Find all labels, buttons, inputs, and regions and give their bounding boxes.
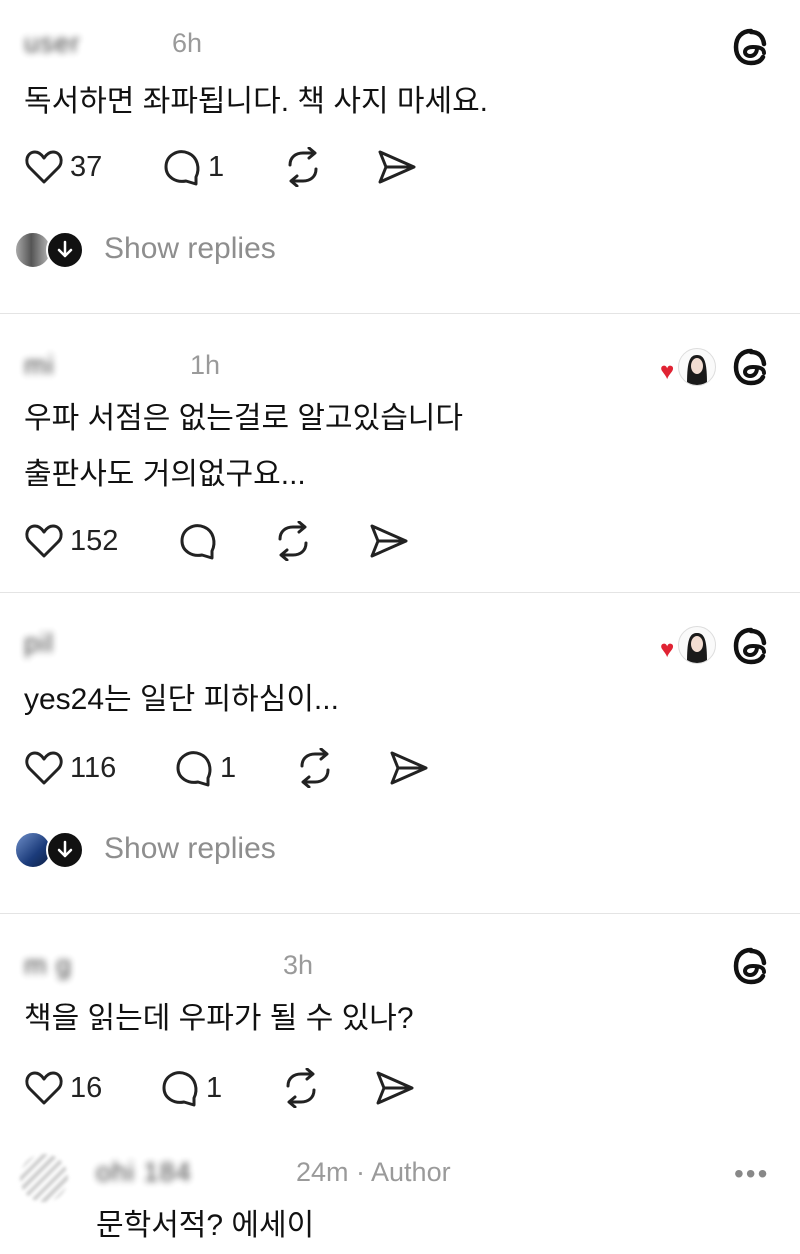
reply-avatars: [14, 831, 84, 869]
show-replies-button[interactable]: Show replies: [14, 231, 276, 269]
comment-icon: [176, 751, 212, 787]
heart-icon: [25, 150, 63, 184]
share-icon: [376, 1071, 414, 1105]
heart-icon: ♥: [660, 636, 675, 663]
repost-icon: [300, 748, 330, 788]
reply-button[interactable]: [178, 521, 218, 561]
liked-by-author-indicator: ♥: [660, 626, 720, 666]
avatar: [678, 626, 716, 664]
like-button[interactable]: 37: [24, 147, 102, 187]
repost-icon: [288, 147, 318, 187]
repost-button[interactable]: [282, 147, 324, 187]
repost-button[interactable]: [272, 521, 314, 561]
divider: [0, 592, 800, 593]
heart-icon: [25, 751, 63, 785]
heart-icon: [25, 524, 63, 558]
username[interactable]: ohi 184: [96, 1157, 192, 1188]
share-icon: [390, 751, 428, 785]
share-button[interactable]: [368, 521, 410, 561]
comment-icon: [162, 1071, 198, 1107]
repost-icon: [286, 1068, 316, 1108]
repost-button[interactable]: [280, 1068, 322, 1108]
repost-button[interactable]: [294, 748, 336, 788]
arrow-down-icon: [46, 231, 84, 269]
post-time: 24m · Author: [296, 1157, 451, 1187]
reply-button[interactable]: 1: [174, 748, 236, 788]
post-text: 우파 서점은 없는걸로 알고있습니다 출판사도 거의없구요...: [24, 402, 464, 491]
liked-by-author-indicator: ♥: [660, 348, 720, 388]
like-count: 116: [70, 751, 117, 784]
like-count: 16: [70, 1071, 103, 1104]
reply-button[interactable]: 1: [162, 147, 224, 187]
share-button[interactable]: [376, 147, 418, 187]
post-text: 독서하면 좌파됩니다. 책 사지 마세요.: [24, 85, 489, 118]
heart-icon: [25, 1071, 63, 1105]
post-time: 3h: [283, 950, 314, 980]
avatar[interactable]: [20, 1154, 68, 1202]
arrow-down-icon: [46, 831, 84, 869]
share-button[interactable]: [374, 1068, 416, 1108]
show-replies-label: Show replies: [104, 832, 276, 865]
share-icon: [370, 524, 408, 558]
username[interactable]: mi: [24, 350, 55, 381]
username[interactable]: m g: [24, 950, 72, 981]
post-text: 문학서적? 에세이: [96, 1209, 315, 1242]
threads-logo-icon[interactable]: [730, 346, 772, 388]
reply-button[interactable]: 1: [160, 1068, 222, 1108]
threads-logo-icon[interactable]: [730, 26, 772, 68]
post-time: 1h: [190, 350, 221, 380]
threads-logo-icon[interactable]: [730, 625, 772, 667]
divider: [0, 313, 800, 314]
more-options-icon[interactable]: •••: [734, 1158, 769, 1190]
threads-logo-icon[interactable]: [730, 945, 772, 987]
show-replies-label: Show replies: [104, 232, 276, 265]
like-button[interactable]: 116: [24, 748, 116, 788]
post-time: 6h: [172, 28, 203, 58]
share-icon: [378, 150, 416, 184]
show-replies-button[interactable]: Show replies: [14, 831, 276, 869]
like-count: 37: [70, 150, 103, 183]
avatar: [678, 348, 716, 386]
reply-avatars: [14, 231, 84, 269]
like-button[interactable]: 16: [24, 1068, 102, 1108]
comment-icon: [164, 150, 200, 186]
post-text: yes24는 일단 피하심이...: [24, 683, 339, 716]
heart-icon: ♥: [660, 358, 675, 385]
username[interactable]: pil: [24, 628, 54, 659]
reply-count: 1: [208, 150, 225, 183]
reply-count: 1: [220, 751, 237, 784]
username[interactable]: user: [24, 28, 81, 59]
like-button[interactable]: 152: [24, 521, 118, 561]
reply-count: 1: [206, 1071, 223, 1104]
post-text: 책을 읽는데 우파가 될 수 있나?: [24, 1002, 414, 1035]
comment-icon: [180, 524, 216, 560]
like-count: 152: [70, 524, 119, 557]
repost-icon: [278, 521, 308, 561]
divider: [0, 913, 800, 914]
share-button[interactable]: [388, 748, 430, 788]
